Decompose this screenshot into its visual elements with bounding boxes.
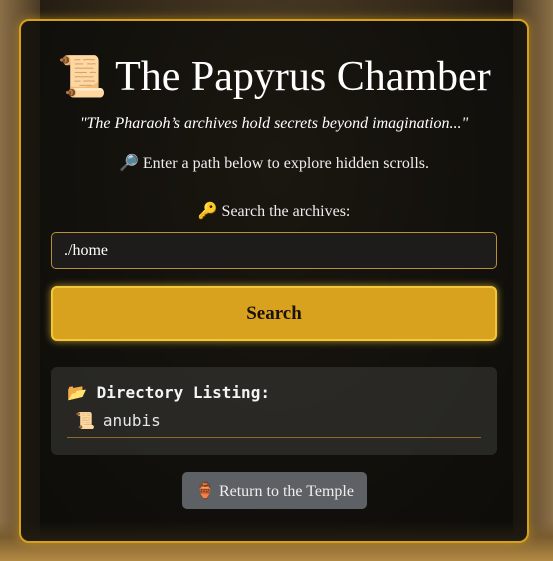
vase-icon: 🏺 — [195, 482, 215, 500]
key-icon: 🔑 — [197, 203, 218, 220]
directory-listing-title: Directory Listing: — [96, 383, 270, 402]
main-panel: 📜 The Papyrus Chamber "The Pharaoh’s arch… — [19, 19, 529, 543]
return-to-temple-button[interactable]: 🏺 Return to the Temple — [182, 472, 367, 509]
instruction-label: Enter a path below to explore hidden scr… — [142, 155, 430, 172]
search-label-text: Search the archives: — [221, 203, 351, 220]
list-item[interactable]: 📜 anubis — [67, 411, 481, 438]
page-title: 📜 The Papyrus Chamber — [21, 51, 527, 103]
search-button[interactable]: Search — [51, 286, 497, 341]
scroll-icon: 📜 — [75, 411, 95, 430]
instruction-text: 🔎 Enter a path below to explore hidden s… — [21, 154, 527, 174]
directory-listing: 📂 Directory Listing: 📜 anubis — [51, 367, 497, 455]
directory-listing-heading: 📂 Directory Listing: — [67, 383, 270, 402]
search-label: 🔑 Search the archives: — [21, 202, 527, 222]
path-input[interactable] — [51, 232, 497, 269]
return-button-label: Return to the Temple — [218, 482, 354, 500]
list-item-name[interactable]: anubis — [103, 411, 161, 430]
page-title-text: The Papyrus Chamber — [115, 54, 491, 100]
magnifier-icon: 🔎 — [118, 155, 139, 172]
folder-icon: 📂 — [67, 383, 87, 402]
tagline-quote: "The Pharaoh’s archives hold secrets bey… — [79, 115, 469, 132]
scroll-icon: 📜 — [57, 54, 108, 99]
